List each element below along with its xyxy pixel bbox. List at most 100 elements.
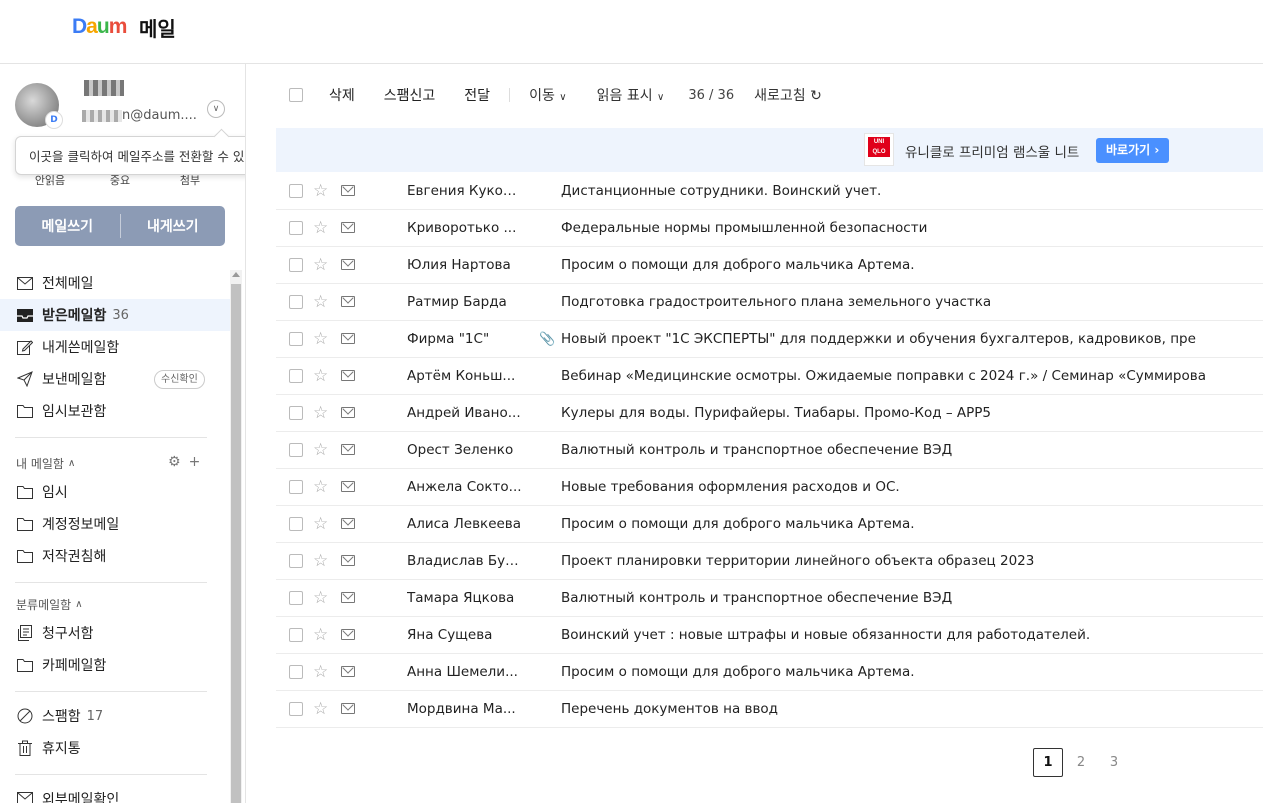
unread-envelope-icon[interactable] xyxy=(341,666,355,677)
star-icon[interactable]: ☆ xyxy=(313,404,328,422)
nav-folder-account[interactable]: 계정정보메일 xyxy=(0,508,230,540)
mail-sender[interactable]: Тамара Яцкова xyxy=(407,590,523,606)
nav-trash[interactable]: 휴지통 xyxy=(0,732,230,764)
daum-logo[interactable]: D a u m xyxy=(72,14,127,40)
star-icon[interactable]: ☆ xyxy=(313,293,328,311)
mail-row[interactable]: ☆ Анжела Сокто... Новые требования оформле… xyxy=(276,469,1263,506)
mail-row[interactable]: ☆ Криворотько ... Федеральные нормы промыш… xyxy=(276,210,1263,247)
scrollbar-thumb[interactable] xyxy=(231,284,241,803)
scroll-up-arrow-icon[interactable] xyxy=(232,272,240,277)
mail-checkbox[interactable] xyxy=(289,369,303,383)
report-spam-button[interactable]: 스팸신고 xyxy=(384,85,436,105)
mail-checkbox[interactable] xyxy=(289,628,303,642)
mail-sender[interactable]: Анжела Сокто... xyxy=(407,479,523,495)
nav-self-mail[interactable]: 내게쓴메일함 xyxy=(0,331,230,363)
mail-checkbox[interactable] xyxy=(289,554,303,568)
unread-envelope-icon[interactable] xyxy=(341,703,355,714)
mail-checkbox[interactable] xyxy=(289,443,303,457)
add-icon[interactable]: + xyxy=(189,454,201,470)
mail-checkbox[interactable] xyxy=(289,665,303,679)
mail-subject[interactable]: Подготовка градостроительного плана земе… xyxy=(561,294,1261,310)
mail-sender[interactable]: Владислав Буг... xyxy=(407,553,523,569)
mail-subject[interactable]: Новые требования оформления расходов и О… xyxy=(561,479,1261,495)
app-title[interactable]: 메일 xyxy=(139,13,176,42)
mail-subject[interactable]: Воинский учет : новые штрафы и новые обя… xyxy=(561,627,1261,643)
move-dropdown[interactable]: 이동 ∨ xyxy=(529,85,567,105)
mail-sender[interactable]: Алиса Левкеева xyxy=(407,516,523,532)
star-icon[interactable]: ☆ xyxy=(313,441,328,459)
sidebar-scrollbar[interactable] xyxy=(230,270,242,803)
star-icon[interactable]: ☆ xyxy=(313,478,328,496)
my-mailbox-section[interactable]: 내 메일함 ∧ ⚙ + xyxy=(0,450,230,476)
mail-checkbox[interactable] xyxy=(289,295,303,309)
mail-subject[interactable]: Вебинар «Медицинские осмотры. Ожидаемые … xyxy=(561,368,1261,384)
star-icon[interactable]: ☆ xyxy=(313,256,328,274)
mail-sender[interactable]: Юлия Нартова xyxy=(407,257,523,273)
mail-subject[interactable]: Просим о помощи для доброго мальчика Арт… xyxy=(561,257,1261,273)
unread-envelope-icon[interactable] xyxy=(341,222,355,233)
mail-row[interactable]: ☆ Алиса Левкеева Просим о помощи для добро… xyxy=(276,506,1263,543)
mail-checkbox[interactable] xyxy=(289,258,303,272)
mail-sender[interactable]: Ратмир Барда xyxy=(407,294,523,310)
mail-sender[interactable]: Криворотько ... xyxy=(407,220,523,236)
unread-envelope-icon[interactable] xyxy=(341,444,355,455)
nav-inbox[interactable]: 받은메일함 36 xyxy=(0,299,230,331)
mail-subject[interactable]: Просим о помощи для доброго мальчика Арт… xyxy=(561,516,1261,532)
mail-subject[interactable]: Валютный контроль и транспортное обеспеч… xyxy=(561,442,1261,458)
unread-envelope-icon[interactable] xyxy=(341,555,355,566)
unread-envelope-icon[interactable] xyxy=(341,481,355,492)
mail-sender[interactable]: Орест Зеленко xyxy=(407,442,523,458)
star-icon[interactable]: ☆ xyxy=(313,330,328,348)
mail-subject[interactable]: Дистанционные сотрудники. Воинский учет. xyxy=(561,183,1261,199)
mail-checkbox[interactable] xyxy=(289,702,303,716)
mail-row[interactable]: ☆ Тамара Яцкова Валютный контроль и трансп… xyxy=(276,580,1263,617)
star-icon[interactable]: ☆ xyxy=(313,219,328,237)
mail-subject[interactable]: Просим о помощи для доброго мальчика Арт… xyxy=(561,664,1261,680)
write-mail-button[interactable]: 메일쓰기 xyxy=(15,206,120,246)
nav-external-mail[interactable]: 외부메일확인 xyxy=(0,783,230,803)
mail-row[interactable]: ☆ Евгения Кукол... Дистанционные сотрудник… xyxy=(276,173,1263,210)
settings-icon[interactable]: ⚙ xyxy=(168,454,181,470)
delete-button[interactable]: 삭제 xyxy=(329,85,355,105)
star-icon[interactable]: ☆ xyxy=(313,700,328,718)
mail-sender[interactable]: Евгения Кукол... xyxy=(407,183,523,199)
nav-folder-copyright[interactable]: 저작권침해 xyxy=(0,540,230,572)
mail-row[interactable]: ☆ Андрей Ивано... Кулеры для воды. Пурифай… xyxy=(276,395,1263,432)
mail-row[interactable]: ☆ Артём Коньш... Вебинар «Медицинские осмо… xyxy=(276,358,1263,395)
mail-subject[interactable]: Новый проект "1С ЭКСПЕРТЫ" для поддержки… xyxy=(561,331,1261,347)
mail-subject[interactable]: Валютный контроль и транспортное обеспеч… xyxy=(561,590,1261,606)
mail-sender[interactable]: Анна Шемели... xyxy=(407,664,523,680)
mail-checkbox[interactable] xyxy=(289,480,303,494)
category-section[interactable]: 분류메일함 ∧ xyxy=(0,591,230,617)
mail-row[interactable]: ☆ Владислав Буг... Проект планировки терри… xyxy=(276,543,1263,580)
unread-envelope-icon[interactable] xyxy=(341,259,355,270)
nav-bills[interactable]: 청구서함 xyxy=(0,617,230,649)
page-2-button[interactable]: 2 xyxy=(1066,748,1096,777)
page-3-button[interactable]: 3 xyxy=(1099,748,1129,777)
nav-cafe[interactable]: 카페메일함 xyxy=(0,649,230,681)
mail-checkbox[interactable] xyxy=(289,591,303,605)
star-icon[interactable]: ☆ xyxy=(313,182,328,200)
star-icon[interactable]: ☆ xyxy=(313,515,328,533)
refresh-button[interactable]: 새로고침 ↻ xyxy=(754,85,822,105)
mail-subject[interactable]: Проект планировки территории линейного о… xyxy=(561,553,1261,569)
select-all-checkbox[interactable] xyxy=(289,88,303,102)
ad-banner[interactable]: UNI QLO 유니클로 프리미엄 램스울 니트 바로가기 › xyxy=(276,128,1263,172)
read-receipt-button[interactable]: 수신확인 xyxy=(154,370,205,389)
nav-sent[interactable]: 보낸메일함 수신확인 xyxy=(0,363,230,395)
star-icon[interactable]: ☆ xyxy=(313,552,328,570)
mail-sender[interactable]: Яна Сущева xyxy=(407,627,523,643)
unread-envelope-icon[interactable] xyxy=(341,370,355,381)
mail-checkbox[interactable] xyxy=(289,517,303,531)
mail-row[interactable]: ☆ Яна Сущева Воинский учет : новые штрафы … xyxy=(276,617,1263,654)
star-icon[interactable]: ☆ xyxy=(313,589,328,607)
mail-row[interactable]: ☆ Анна Шемели... Просим о помощи для добро… xyxy=(276,654,1263,691)
unread-envelope-icon[interactable] xyxy=(341,592,355,603)
mail-row[interactable]: ☆ Фирма "1С" 📎 Новый проект "1С ЭКСПЕРТЫ" д… xyxy=(276,321,1263,358)
mail-subject[interactable]: Кулеры для воды. Пурифайеры. Тиабары. Пр… xyxy=(561,405,1261,421)
nav-spam[interactable]: 스팸함 17 xyxy=(0,700,230,732)
mark-read-dropdown[interactable]: 읽음 표시 ∨ xyxy=(597,85,665,105)
mail-row[interactable]: ☆ Мордвина Ма... Перечень документов на вв… xyxy=(276,691,1263,728)
mail-checkbox[interactable] xyxy=(289,406,303,420)
mail-sender[interactable]: Андрей Ивано... xyxy=(407,405,523,421)
